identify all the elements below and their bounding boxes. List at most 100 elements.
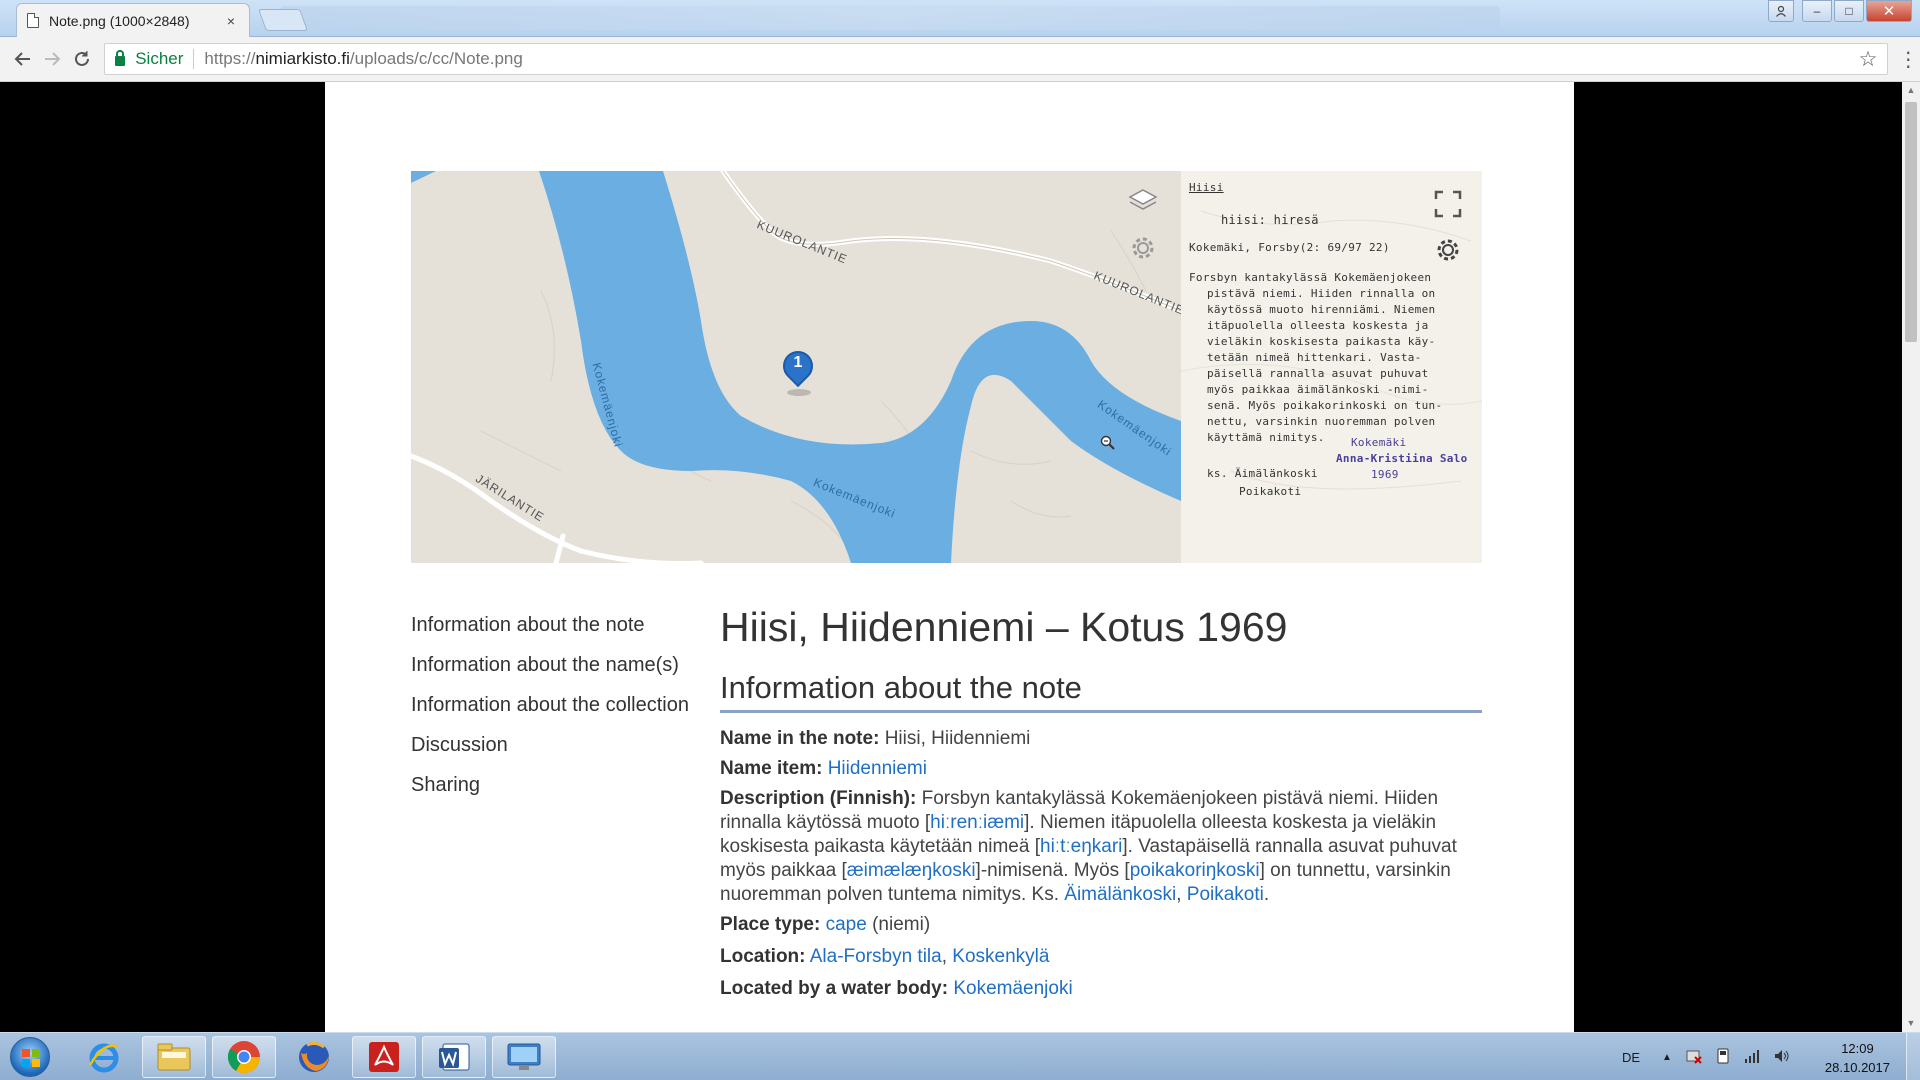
- lock-icon: [115, 50, 126, 66]
- field-label: Name in the note:: [720, 728, 880, 749]
- description-text: .: [1263, 884, 1270, 905]
- browser-viewport: KUUROLANTIE KUUROLANTIE JÄRILANTIE Kokem…: [0, 82, 1920, 1032]
- side-menu-item-note[interactable]: Information about the note: [411, 605, 711, 645]
- show-desktop-button[interactable]: [1906, 1033, 1920, 1080]
- stamp-line: Kokemäki: [1351, 436, 1407, 449]
- field-label: Place type:: [720, 914, 821, 935]
- reference-link[interactable]: Poikakoti: [1187, 884, 1264, 905]
- section-heading: Information about the note: [720, 668, 1482, 713]
- url-text[interactable]: https://nimiarkisto.fi/uploads/c/cc/Note…: [204, 49, 1858, 69]
- field-name-in-note: Name in the note: Hiisi, Hiidenniemi: [720, 727, 1482, 751]
- browser-tab-active[interactable]: Note.png (1000×2848) ×: [16, 3, 250, 37]
- url-scheme: https://: [204, 49, 256, 68]
- side-menu-item-discussion[interactable]: Discussion: [411, 725, 711, 765]
- volume-icon[interactable]: [1774, 1049, 1790, 1066]
- scroll-up-icon[interactable]: ▲: [1902, 82, 1920, 99]
- star-icon[interactable]: ☆: [1859, 47, 1878, 72]
- user-profile-icon[interactable]: [1768, 0, 1794, 22]
- location-link[interactable]: Ala-Forsbyn tila: [810, 946, 942, 967]
- note-card-image[interactable]: Hiisi hiisi: hiresä Kokemäki, Forsby(2: …: [1181, 171, 1482, 563]
- name-item-link[interactable]: Hiidenniemi: [828, 758, 927, 779]
- reference-link[interactable]: Äimälänkoski: [1064, 884, 1176, 905]
- water-body-link[interactable]: Kokemäenjoki: [953, 978, 1072, 999]
- ipa-link[interactable]: hiːtːeŋkari: [1040, 836, 1122, 857]
- note-line: pistävä niemi. Hiiden rinnalla on: [1207, 287, 1436, 300]
- scroll-thumb[interactable]: [1905, 102, 1917, 342]
- maximize-button[interactable]: □: [1834, 0, 1864, 22]
- page-title: Hiisi, Hiidenniemi – Kotus 1969: [720, 604, 1288, 650]
- forward-arrow-icon[interactable]: [37, 44, 66, 74]
- firefox-icon[interactable]: [282, 1036, 346, 1078]
- internet-explorer-icon[interactable]: [72, 1036, 136, 1078]
- file-icon: [27, 13, 39, 28]
- field-label: Location:: [720, 946, 806, 967]
- location-link[interactable]: Koskenkylä: [952, 946, 1049, 967]
- field-water-body: Located by a water body: Kokemäenjoki: [720, 977, 1482, 1001]
- device-icon[interactable]: [1716, 1048, 1730, 1067]
- ipa-link[interactable]: poikakoriŋkoski: [1130, 860, 1260, 881]
- word-icon[interactable]: [422, 1036, 486, 1078]
- map[interactable]: KUUROLANTIE KUUROLANTIE JÄRILANTIE Kokem…: [411, 171, 1181, 563]
- note-line: Poikakoti: [1239, 485, 1302, 498]
- side-menu-item-collection[interactable]: Information about the collection: [411, 685, 711, 725]
- description-text: ]-nimisenä. Myös [: [975, 860, 1130, 881]
- settings-gear-icon[interactable]: [1128, 233, 1162, 267]
- note-line: Forsbyn kantakylässä Kokemäenjokeen: [1189, 271, 1432, 284]
- field-label: Located by a water body:: [720, 978, 949, 999]
- fullscreen-icon[interactable]: [1431, 187, 1465, 221]
- side-menu-item-names[interactable]: Information about the name(s): [411, 645, 711, 685]
- marker-shadow: [787, 389, 811, 396]
- side-menu: Information about the note Information a…: [411, 605, 711, 805]
- note-line: käyttämä nimitys.: [1207, 431, 1325, 444]
- settings-gear-icon[interactable]: [1431, 233, 1465, 267]
- file-explorer-icon[interactable]: [142, 1036, 206, 1078]
- scroll-down-icon[interactable]: ▼: [1902, 1015, 1920, 1032]
- remote-desktop-icon[interactable]: [492, 1036, 556, 1078]
- side-menu-item-sharing[interactable]: Sharing: [411, 765, 711, 805]
- layers-icon[interactable]: [1128, 186, 1162, 220]
- note-line: käytössä muoto hirenniämi. Niemen: [1207, 303, 1436, 316]
- ipa-link[interactable]: æimælæŋkoski: [847, 860, 976, 881]
- note-line: tetään nimeä hittenkari. Vasta-: [1207, 351, 1422, 364]
- windows-start-icon[interactable]: [10, 1037, 50, 1077]
- language-indicator[interactable]: DE: [1622, 1033, 1640, 1080]
- new-tab-button[interactable]: [257, 9, 309, 31]
- map-marker[interactable]: 1: [776, 344, 820, 396]
- tab-title: Note.png (1000×2848): [49, 12, 190, 29]
- note-line: senä. Myös poikakorinkoski on tun-: [1207, 399, 1443, 412]
- note-line: Hiisi: [1189, 181, 1224, 194]
- tab-close-icon[interactable]: ×: [223, 13, 239, 29]
- note-line: myös paikkaa äimälänkoski -nimi-: [1207, 383, 1429, 396]
- security-alert-icon[interactable]: [1686, 1048, 1702, 1067]
- chrome-icon[interactable]: [212, 1036, 276, 1078]
- back-arrow-icon[interactable]: [8, 44, 37, 74]
- field-value: (niemi): [866, 914, 931, 935]
- ipa-link[interactable]: hiːrenːiæmi: [930, 812, 1024, 833]
- menu-dots-icon[interactable]: ⋮: [1896, 47, 1920, 72]
- minimize-button[interactable]: –: [1802, 0, 1832, 22]
- close-window-button[interactable]: ✕: [1866, 0, 1912, 22]
- clock-date: 28.10.2017: [1824, 1060, 1890, 1075]
- browser-titlebar: Note.png (1000×2848) × – □ ✕: [0, 0, 1920, 37]
- note-line: päisellä rannalla asuvat puhuvat: [1207, 367, 1429, 380]
- field-location: Location: Ala-Forsbyn tila, Koskenkylä: [720, 945, 1482, 969]
- note-line: ks. Äimälänkoski: [1207, 467, 1318, 480]
- field-label: Description (Finnish):: [720, 788, 917, 809]
- address-separator: [193, 49, 195, 69]
- field-place-type: Place type: cape (niemi): [720, 913, 1482, 937]
- place-type-link[interactable]: cape: [826, 914, 867, 935]
- address-bar[interactable]: Sicher https://nimiarkisto.fi/uploads/c/…: [104, 43, 1889, 75]
- taskbar-clock[interactable]: 12:09 28.10.2017: [1825, 1039, 1890, 1077]
- field-label: Name item:: [720, 758, 823, 779]
- field-name-item: Name item: Hiidenniemi: [720, 757, 1482, 781]
- reload-icon[interactable]: [67, 44, 96, 74]
- network-signal-icon[interactable]: [1744, 1049, 1760, 1066]
- note-line: hiisi: hiresä: [1221, 213, 1319, 227]
- show-hidden-icons-icon[interactable]: ▲: [1662, 1052, 1672, 1063]
- page-scrollbar[interactable]: ▲ ▼: [1902, 82, 1920, 1032]
- url-path: /uploads/c/cc/Note.png: [349, 49, 523, 68]
- clock-time: 12:09: [1841, 1041, 1874, 1056]
- acrobat-icon[interactable]: [352, 1036, 416, 1078]
- field-separator: ,: [941, 946, 953, 967]
- description-text: ,: [1176, 884, 1187, 905]
